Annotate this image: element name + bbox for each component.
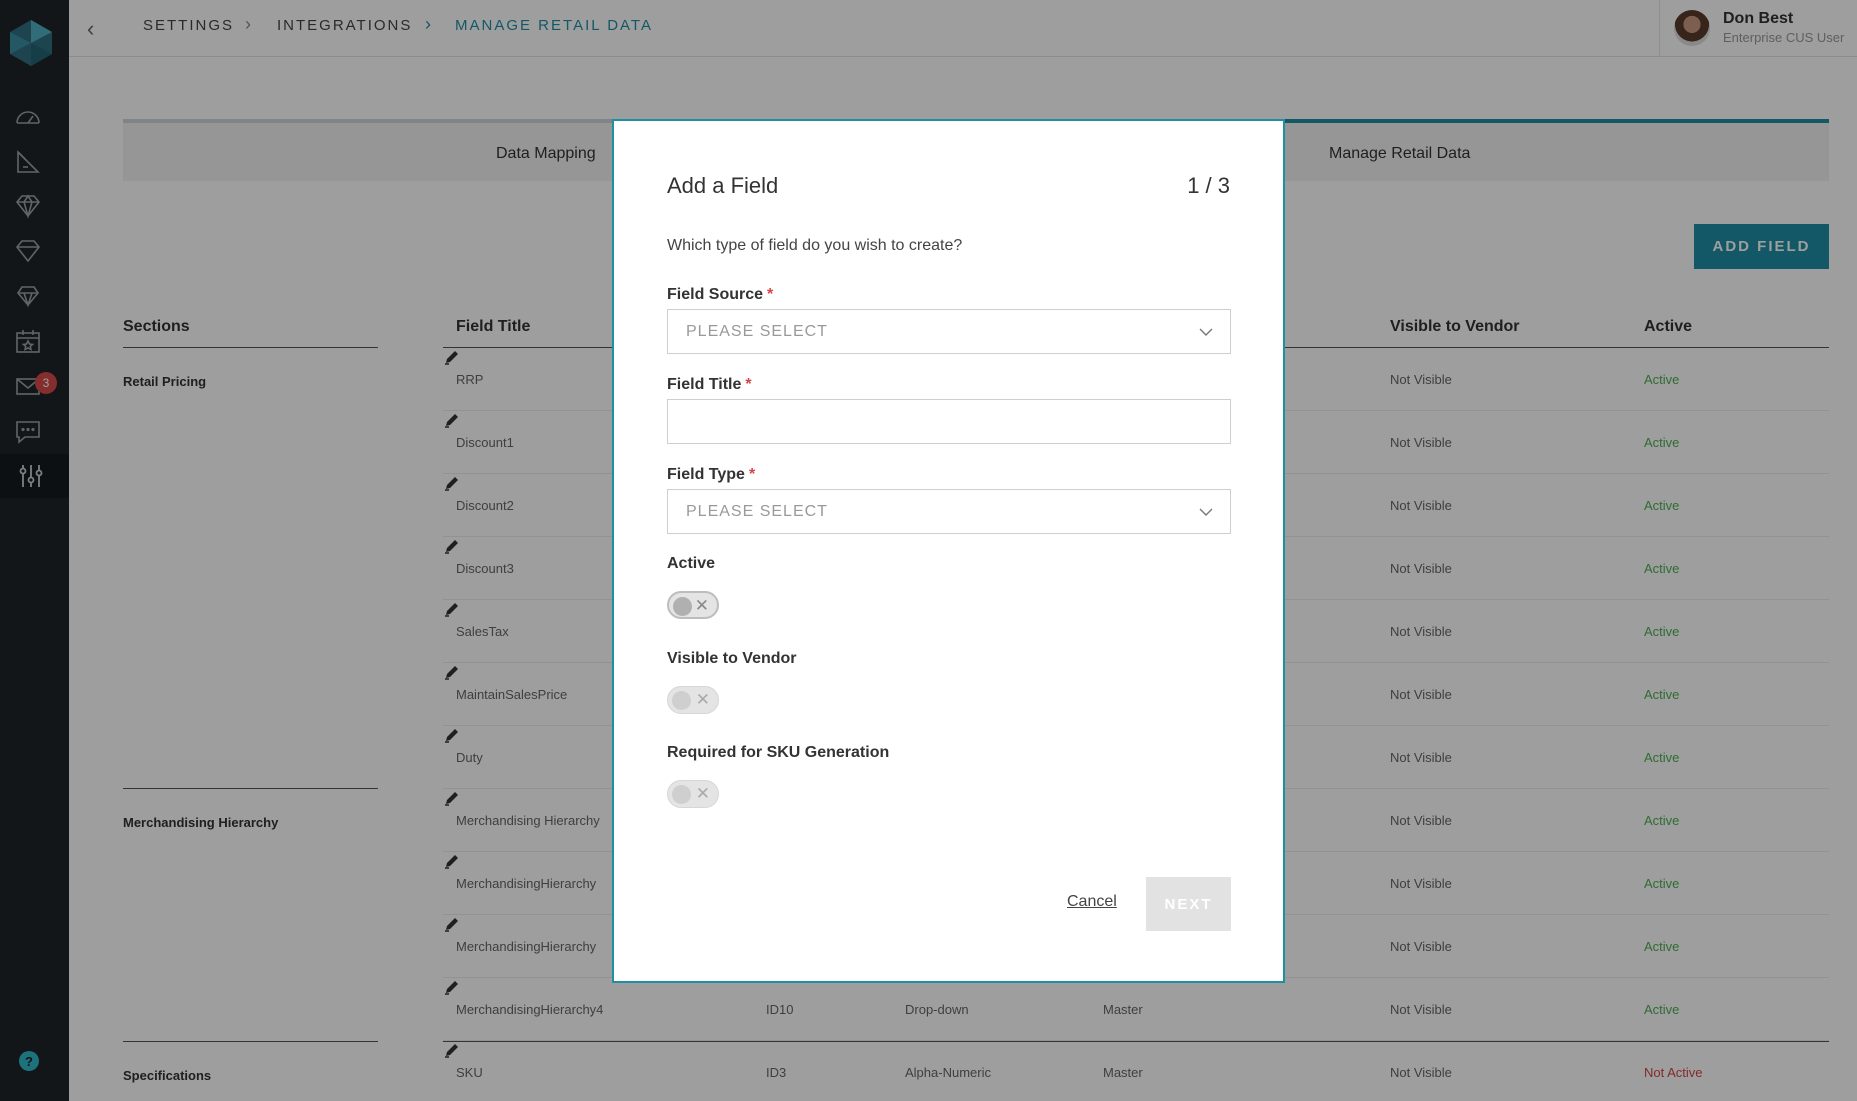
active-label: Active [667,555,716,572]
cancel-button[interactable]: Cancel [1067,893,1117,911]
field-source-label: Field Source * [667,286,774,303]
field-title-input[interactable] [667,399,1231,444]
field-source-placeholder: PLEASE SELECT [686,323,828,340]
active-toggle[interactable]: ✕ [667,591,719,619]
chevron-down-icon [1199,328,1213,336]
toggle-knob [672,785,691,804]
modal-title: Add a Field [667,173,779,198]
sku-generation-label: Required for SKU Generation [667,744,890,761]
close-icon: ✕ [695,690,710,709]
toggle-knob [673,597,692,616]
field-type-placeholder: PLEASE SELECT [686,503,828,520]
visible-to-vendor-toggle[interactable]: ✕ [667,686,719,714]
visible-to-vendor-label: Visible to Vendor [667,650,797,667]
required-mark: * [745,376,752,393]
chevron-down-icon [1199,508,1213,516]
toggle-knob [672,691,691,710]
field-type-label: Field Type * [667,466,756,483]
next-button[interactable]: NEXT [1146,877,1231,931]
field-source-select[interactable]: PLEASE SELECT [667,309,1231,354]
modal-question: Which type of field do you wish to creat… [667,237,963,254]
required-mark: * [748,466,756,483]
required-mark: * [767,286,774,303]
sku-generation-toggle[interactable]: ✕ [667,780,719,808]
field-type-select[interactable]: PLEASE SELECT [667,489,1231,534]
modal-step-counter: 1 / 3 [1187,173,1230,198]
field-title-label: Field Title * [667,376,752,393]
add-field-modal: Add a Field 1 / 3 Which type of field do… [612,119,1285,983]
close-icon: ✕ [695,784,710,803]
close-icon: ✕ [694,596,709,615]
